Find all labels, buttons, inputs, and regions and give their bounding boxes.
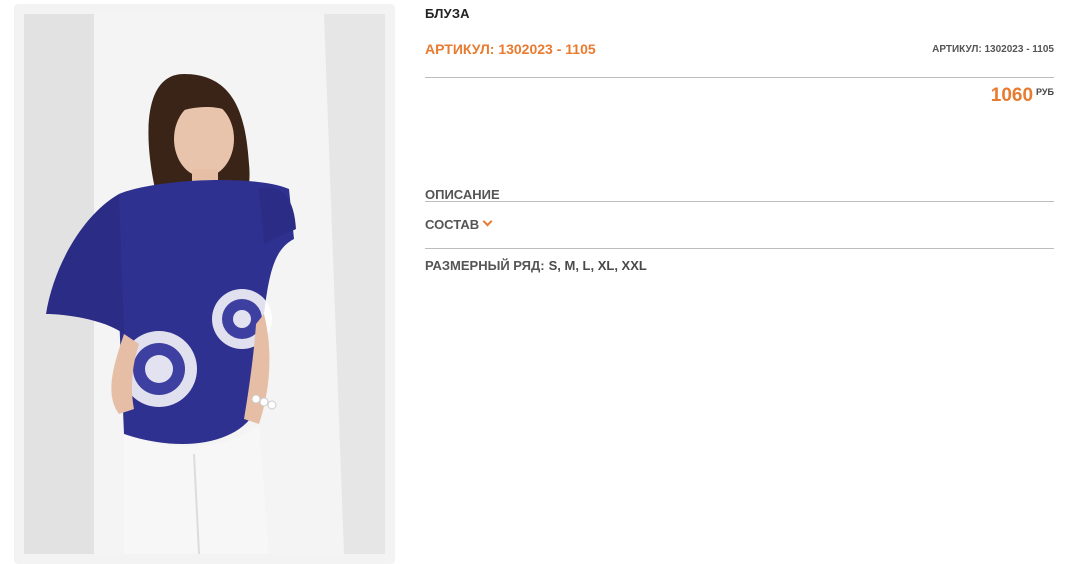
product-image-card	[14, 4, 395, 564]
composition-label: СОСТАВ	[425, 217, 480, 232]
size-range-values: S, M, L, XL, XXL	[548, 258, 647, 273]
size-range: РАЗМЕРНЫЙ РЯД: S, M, L, XL, XXL	[425, 258, 647, 273]
product-price: 1060 РУБ	[991, 85, 1054, 107]
product-photo[interactable]	[24, 14, 385, 554]
price-value: 1060	[990, 85, 1034, 106]
composition-toggle[interactable]: СОСТАВ	[425, 216, 493, 232]
description-label[interactable]: ОПИСАНИЕ	[425, 187, 500, 202]
divider	[425, 201, 1054, 202]
chevron-down-icon	[482, 216, 493, 227]
divider	[425, 77, 1054, 78]
price-currency: РУБ	[1036, 87, 1054, 97]
product-sku-secondary: АРТИКУЛ: 1302023 - 1105	[932, 44, 1054, 55]
product-sku: АРТИКУЛ: 1302023 - 1105	[425, 41, 596, 57]
divider	[425, 248, 1054, 249]
size-range-label: РАЗМЕРНЫЙ РЯД:	[425, 258, 545, 273]
model-illustration	[24, 14, 385, 554]
product-title: БЛУЗА	[425, 6, 470, 21]
